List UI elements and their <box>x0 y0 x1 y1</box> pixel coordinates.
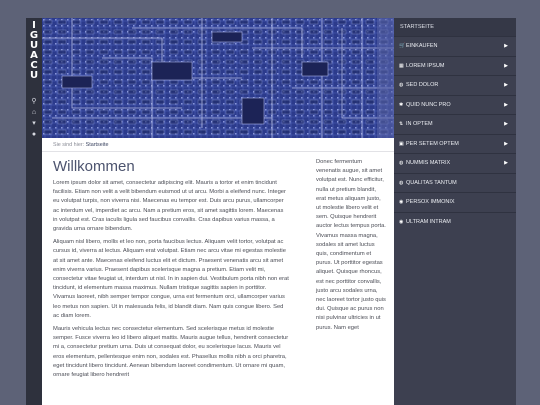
image-icon: ▣ <box>399 140 404 147</box>
right-navigation: STARTSEITE 🛒EINKAUFEN ▶ ▦ LOREM IPSUM ▶ ◍ SED … <box>394 18 516 405</box>
chevron-right-icon: ▶ <box>504 62 508 69</box>
nav-item-label: PERSOX IMMONIX <box>406 199 455 205</box>
nav-item-label: SED DOLOR <box>406 82 439 88</box>
check-icon: ◉ <box>399 218 404 225</box>
search-icon[interactable]: ⚲ <box>26 96 42 107</box>
nav-item-quid-nunc-pro[interactable]: ✱ QUID NUNC PRO ▶ <box>394 94 516 115</box>
nav-item-einkaufen[interactable]: 🛒EINKAUFEN ▶ <box>394 36 516 56</box>
article-paragraph: Aliquam nisl libero, mollis et leo non, … <box>53 239 289 319</box>
nav-item-label: PER SETEM OPTEM <box>406 140 459 147</box>
user-icon[interactable]: ● <box>26 129 42 140</box>
chevron-right-icon: ▶ <box>504 82 508 88</box>
cart-icon[interactable]: ▾ <box>26 118 42 129</box>
chevron-right-icon: ▶ <box>504 101 508 108</box>
nav-item-label: QUID NUNC PRO <box>406 101 451 108</box>
nav-item-label: LOREM IPSUM <box>406 62 445 69</box>
nav-item-qualitas-tantum[interactable]: ◍ QUALITAS TANTUM <box>394 172 516 193</box>
article-paragraph: Lorem ipsum dolor sit amet, consectetur … <box>53 180 286 233</box>
left-toolbar: I G U A C U ⚲ ⌂ ▾ ● <box>26 18 42 405</box>
chevron-right-icon: ▶ <box>504 140 508 147</box>
nav-item-lorem-ipsum[interactable]: ▦ LOREM IPSUM ▶ <box>394 55 516 76</box>
cart-icon: 🛒 <box>399 43 406 49</box>
sidebar-text: Donec fermentum venenatis augue, sit ame… <box>316 159 386 331</box>
article-paragraph: Mauris vehicula lectus nec consectetur e… <box>53 326 289 379</box>
nav-item-nummis-matrix[interactable]: ◍ NUMMIS MATRIX ▶ <box>394 153 516 173</box>
nav-item-label: EINKAUFEN <box>406 43 438 49</box>
header-banner-circuit-image <box>42 18 394 138</box>
arrows-icon: ⇅ <box>399 121 404 127</box>
site-logo[interactable]: I G U A C U <box>27 21 41 81</box>
globe-icon: ◍ <box>399 82 404 88</box>
globe-icon: ◍ <box>399 160 404 166</box>
nav-item-label: NUMMIS MATRIX <box>406 160 451 166</box>
settings-icon: ✱ <box>399 101 404 108</box>
chevron-right-icon: ▶ <box>504 121 508 127</box>
main-content-area: Sie sind hier: Startseite Willkommen Lor… <box>42 138 394 405</box>
page-title: Willkommen <box>53 158 135 175</box>
nav-item-label: ULTRAM INTRAM <box>406 218 451 225</box>
nav-item-sed-dolor[interactable]: ◍ SED DOLOR ▶ <box>394 75 516 95</box>
breadcrumb-link-startseite[interactable]: Startseite <box>86 142 109 148</box>
nav-item-in-optem[interactable]: ⇅ IN OPTEM ▶ <box>394 114 516 134</box>
article: Willkommen Lorem ipsum dolor sit amet, c… <box>53 158 289 384</box>
breadcrumb: Sie sind hier: Startseite <box>42 138 394 152</box>
breadcrumb-prefix: Sie sind hier: <box>53 142 85 148</box>
check-icon: ◉ <box>399 199 404 205</box>
home-icon[interactable]: ⌂ <box>26 107 42 118</box>
nav-item-startseite[interactable]: STARTSEITE <box>394 18 516 36</box>
nav-item-ultram-intram[interactable]: ◉ ULTRAM INTRAM <box>394 211 516 232</box>
nav-item-per-setem-optem[interactable]: ▣ PER SETEM OPTEM ▶ <box>394 133 516 154</box>
nav-item-label: IN OPTEM <box>406 121 433 127</box>
nav-item-persox-immonix[interactable]: ◉ PERSOX IMMONIX <box>394 192 516 212</box>
grid-icon: ▦ <box>399 62 404 69</box>
chevron-right-icon: ▶ <box>504 43 508 49</box>
chevron-right-icon: ▶ <box>504 160 508 166</box>
nav-item-label: QUALITAS TANTUM <box>406 179 457 186</box>
globe-icon: ◍ <box>399 179 404 186</box>
